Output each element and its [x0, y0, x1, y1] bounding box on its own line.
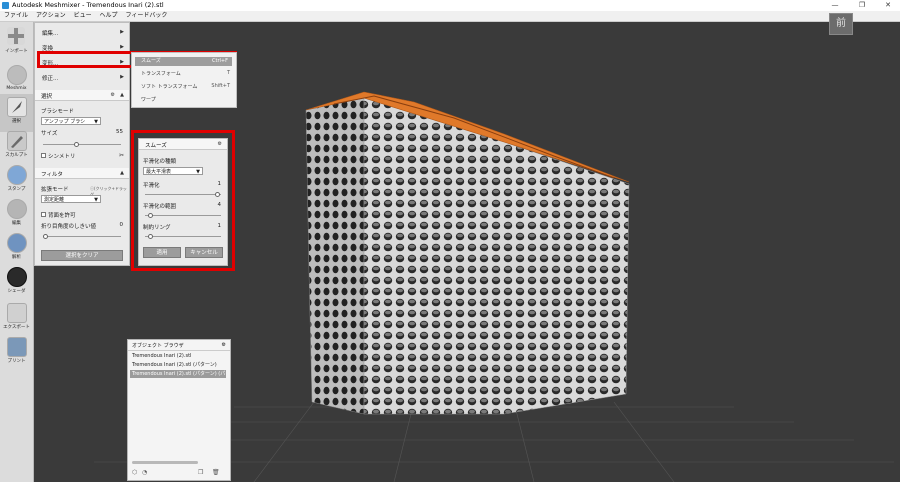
symmetry-label: シンメトリ: [48, 154, 76, 160]
tool-shader[interactable]: シェーダ: [0, 264, 33, 302]
left-toolbar: インポート Meshmix 選択 スカルプト スタンプ 編集 解析 シェーダ エ…: [0, 22, 34, 482]
maximize-button[interactable]: ❐: [849, 0, 875, 11]
meshmixer-app-icon: [2, 2, 9, 9]
close-button[interactable]: ✕: [875, 0, 900, 11]
size-slider-knob[interactable]: [73, 142, 79, 147]
print-icon: [7, 337, 27, 357]
meshmix-icon: [7, 65, 27, 85]
brush-mode-select[interactable]: アンフップ ブラシ ▼: [41, 117, 101, 125]
collapse-icon[interactable]: ▲: [120, 92, 124, 98]
mesh-left-face: [305, 97, 365, 415]
analysis-icon: [7, 233, 27, 253]
menu-action[interactable]: アクション: [36, 11, 66, 21]
brush-mode-label: ブラシモード: [41, 109, 74, 115]
brush-icon: [7, 131, 27, 151]
submenu-item-warp[interactable]: ワープ: [141, 96, 156, 103]
gear-icon[interactable]: ⚙: [111, 92, 115, 98]
allow-back-checkbox[interactable]: [41, 212, 46, 217]
crease-angle-slider-knob[interactable]: [43, 234, 48, 239]
tool-edit[interactable]: 編集: [0, 196, 33, 234]
object-browser-scrollbar[interactable]: [132, 461, 198, 464]
object-item[interactable]: Tremendous Inari (2).stl (パターン) (パターン): [130, 370, 226, 378]
tool-export[interactable]: エクスポート: [0, 300, 33, 338]
mesh-front-face: [363, 97, 630, 415]
submenu-item-smooth[interactable]: スムーズ Ctrl+F: [135, 57, 232, 66]
symmetry-checkbox[interactable]: [41, 153, 46, 158]
stamp-icon: [7, 165, 27, 185]
object-item[interactable]: Tremendous Inari (2).stl (パターン): [130, 361, 226, 369]
menu-item-modify[interactable]: 修正...: [42, 74, 58, 82]
window-title: Autodesk Meshmixer - Tremendous Inari (2…: [12, 1, 164, 9]
clear-selection-button[interactable]: 選択をクリア: [41, 250, 123, 261]
wrench-icon[interactable]: ✂: [119, 152, 124, 159]
minimize-button[interactable]: —: [822, 0, 848, 11]
menu-help[interactable]: ヘルプ: [100, 11, 118, 21]
collapse-icon[interactable]: ▲: [120, 170, 124, 176]
view-cube[interactable]: 前: [829, 13, 853, 35]
select-cursor-icon: [7, 97, 27, 117]
chevron-right-icon: ▶: [120, 44, 124, 50]
crease-angle-slider[interactable]: [43, 234, 121, 239]
menu-feedback[interactable]: フィードバック: [125, 11, 167, 21]
menu-view[interactable]: ビュー: [74, 11, 92, 21]
menu-item-edit[interactable]: 編集...: [42, 29, 58, 37]
chevron-down-icon: ▼: [94, 197, 98, 203]
submenu-item-soft-transform[interactable]: ソフト トランスフォーム: [141, 83, 197, 90]
object-browser: オブジェクト ブラウザ ⚙ Tremendous Inari (2).stl T…: [127, 339, 231, 481]
tool-import[interactable]: インポート: [0, 24, 33, 62]
selection-header[interactable]: 選択 ⚙ ▲: [35, 90, 129, 101]
menu-bar: ファイル アクション ビュー ヘルプ フィードバック: [0, 11, 900, 22]
size-label: サイズ: [41, 131, 58, 137]
shader-icon: [7, 267, 27, 287]
expand-mode-select[interactable]: 測定距離 ▼: [41, 195, 101, 203]
expand-mode-label: 拡張モード: [41, 187, 69, 193]
tool-analysis[interactable]: 解析: [0, 230, 33, 268]
crease-angle-value: 0: [119, 222, 124, 228]
gear-icon[interactable]: ⚙: [222, 342, 226, 348]
deform-submenu: スムーズ Ctrl+F トランスフォーム T ソフト トランスフォーム Shif…: [131, 52, 237, 108]
object-browser-header: オブジェクト ブラウザ ⚙: [128, 340, 230, 351]
size-slider[interactable]: [43, 142, 121, 147]
duplicate-icon[interactable]: ❐: [198, 469, 203, 476]
highlight-box-smooth-panel: [131, 130, 235, 271]
size-value: 55: [116, 129, 123, 135]
export-icon: [7, 303, 27, 323]
trash-icon[interactable]: 🗑: [212, 469, 220, 476]
object-browser-visibility-icon[interactable]: ◔: [142, 469, 147, 476]
object-browser-add-icon[interactable]: ⬡: [132, 469, 137, 476]
tool-print[interactable]: プリント: [0, 334, 33, 372]
chevron-down-icon: ▼: [94, 119, 98, 125]
crease-angle-label: 折り目角度のしきい値: [41, 224, 97, 230]
plus-icon: [7, 27, 25, 45]
tool-sculpt[interactable]: スカルプト: [0, 128, 33, 166]
tool-stamp[interactable]: スタンプ: [0, 162, 33, 200]
object-item[interactable]: Tremendous Inari (2).stl: [130, 352, 226, 360]
menu-file[interactable]: ファイル: [4, 11, 28, 21]
allow-back-label: 背面を許可: [48, 213, 76, 219]
edit-icon: [7, 199, 27, 219]
tool-select[interactable]: 選択: [0, 94, 33, 132]
chevron-right-icon: ▶: [120, 29, 124, 35]
chevron-right-icon: ▶: [120, 74, 124, 80]
filter-header[interactable]: フィルタ ▲: [35, 168, 129, 179]
submenu-item-transform[interactable]: トランスフォーム: [141, 70, 181, 77]
